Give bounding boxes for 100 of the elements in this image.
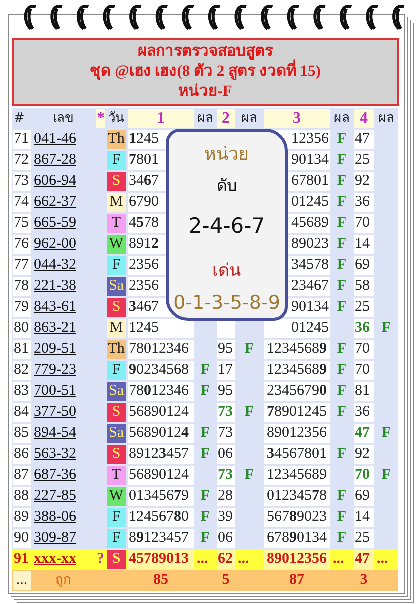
- total-count: 5: [216, 570, 236, 591]
- day-cell: T: [106, 213, 127, 234]
- total-count: 85: [127, 570, 195, 591]
- column-header: 3: [263, 108, 331, 129]
- day-cell: Sa: [106, 381, 127, 402]
- digits-cell: 28: [216, 486, 236, 507]
- day-cell: F: [106, 528, 127, 549]
- row-number: 83: [12, 381, 32, 402]
- digits-cell: 12456780: [127, 507, 195, 528]
- total-count: 87: [263, 570, 331, 591]
- day-cell: Sa: [106, 423, 127, 444]
- day-cell: W: [106, 486, 127, 507]
- row-number: 76: [12, 234, 32, 255]
- row-number: 88: [12, 486, 32, 507]
- digits-cell: 67890134: [263, 528, 331, 549]
- result-mark: ...: [195, 549, 216, 570]
- column-header: *: [95, 108, 106, 129]
- digits-cell: 92: [353, 444, 375, 465]
- digits-cell: 95: [216, 339, 236, 360]
- digits-cell: 47: [353, 423, 375, 444]
- row-number: 73: [12, 171, 32, 192]
- digits-cell: 89012356: [263, 423, 331, 444]
- digits-cell: 12345689: [263, 465, 331, 486]
- unit-heading: หน่วย: [204, 146, 250, 164]
- digits-cell: 06: [216, 528, 236, 549]
- title-line: หน่วย-F: [178, 82, 234, 102]
- digits-cell: 39: [216, 507, 236, 528]
- digits-cell: 89123457: [127, 528, 195, 549]
- total-count: 3: [353, 570, 375, 591]
- digits-cell: 01345679: [127, 486, 195, 507]
- digits-cell: 47: [353, 549, 375, 570]
- row-number: 74: [12, 192, 32, 213]
- off-label: ดับ: [217, 178, 237, 194]
- row-number: 86: [12, 444, 32, 465]
- day-cell: W: [106, 234, 127, 255]
- ellipsis-cell: ...: [12, 570, 32, 591]
- day-cell: Th: [106, 129, 127, 150]
- digits-cell: 56890124: [127, 402, 195, 423]
- digits-cell: 45789013: [127, 549, 195, 570]
- digits-cell: 12345689: [263, 360, 331, 381]
- column-header: 1: [127, 108, 195, 129]
- day-cell: Sa: [106, 276, 127, 297]
- day-cell: F: [106, 507, 127, 528]
- column-header: 2: [216, 108, 236, 129]
- digits-cell: 34567801: [263, 444, 331, 465]
- digits-cell: 73: [216, 423, 236, 444]
- digits-cell: 81: [353, 381, 375, 402]
- row-number: 78: [12, 276, 32, 297]
- day-cell: S: [106, 444, 127, 465]
- row-number: 80: [12, 318, 32, 339]
- digits-cell: 56890124: [127, 465, 195, 486]
- digits-cell: 78901245: [263, 402, 331, 423]
- digits-cell: 89123457: [127, 444, 195, 465]
- digits-cell: 58: [353, 276, 375, 297]
- column-header: 4: [353, 108, 375, 129]
- digits-cell: 70: [353, 465, 375, 486]
- digits-cell: 23456790: [263, 381, 331, 402]
- digits-cell: 78012346: [127, 381, 195, 402]
- digits-cell: 36: [353, 318, 375, 339]
- row-number: 91: [12, 549, 32, 570]
- digits-cell: 70: [353, 213, 375, 234]
- day-cell: S: [106, 171, 127, 192]
- strong-label: เด่น: [212, 263, 242, 280]
- result-mark: ...: [375, 549, 398, 570]
- digits-cell: 25: [353, 528, 375, 549]
- digits-cell: 56890124: [127, 423, 195, 444]
- digits-cell: 90234568: [127, 360, 195, 381]
- digits-cell: 95: [216, 381, 236, 402]
- row-number: 85: [12, 423, 32, 444]
- title-line: ผลการตรวจสอบสูตร: [137, 42, 274, 60]
- row-number: 75: [12, 213, 32, 234]
- row-number: 84: [12, 402, 32, 423]
- question-mark: ?: [95, 549, 106, 570]
- digits-cell: 01245: [263, 318, 331, 339]
- digits-cell: 69: [353, 486, 375, 507]
- total-label: ถูก: [32, 570, 95, 591]
- day-cell: M: [106, 318, 127, 339]
- day-cell: F: [106, 255, 127, 276]
- row-number: 79: [12, 297, 32, 318]
- digits-cell: 25: [353, 297, 375, 318]
- result-mark: ...: [331, 549, 353, 570]
- digits-cell: 56789023: [263, 507, 331, 528]
- digits-cell: 73: [216, 465, 236, 486]
- digits-cell: 73: [216, 402, 236, 423]
- digits-cell: 14: [353, 234, 375, 255]
- digits-cell: 47: [353, 129, 375, 150]
- day-cell: F: [106, 150, 127, 171]
- digits-cell: 01234578: [263, 486, 331, 507]
- day-cell: F: [106, 360, 127, 381]
- row-number: 89: [12, 507, 32, 528]
- digits-cell: 89012356: [263, 549, 331, 570]
- digits-cell: 62: [216, 549, 236, 570]
- day-cell: S: [106, 402, 127, 423]
- digits-cell: 25: [353, 150, 375, 171]
- day-cell: S: [106, 297, 127, 318]
- row-number: 87: [12, 465, 32, 486]
- day-cell: M: [106, 192, 127, 213]
- digits-cell: 36: [353, 192, 375, 213]
- day-cell: S: [106, 549, 127, 570]
- row-number: 71: [12, 129, 32, 150]
